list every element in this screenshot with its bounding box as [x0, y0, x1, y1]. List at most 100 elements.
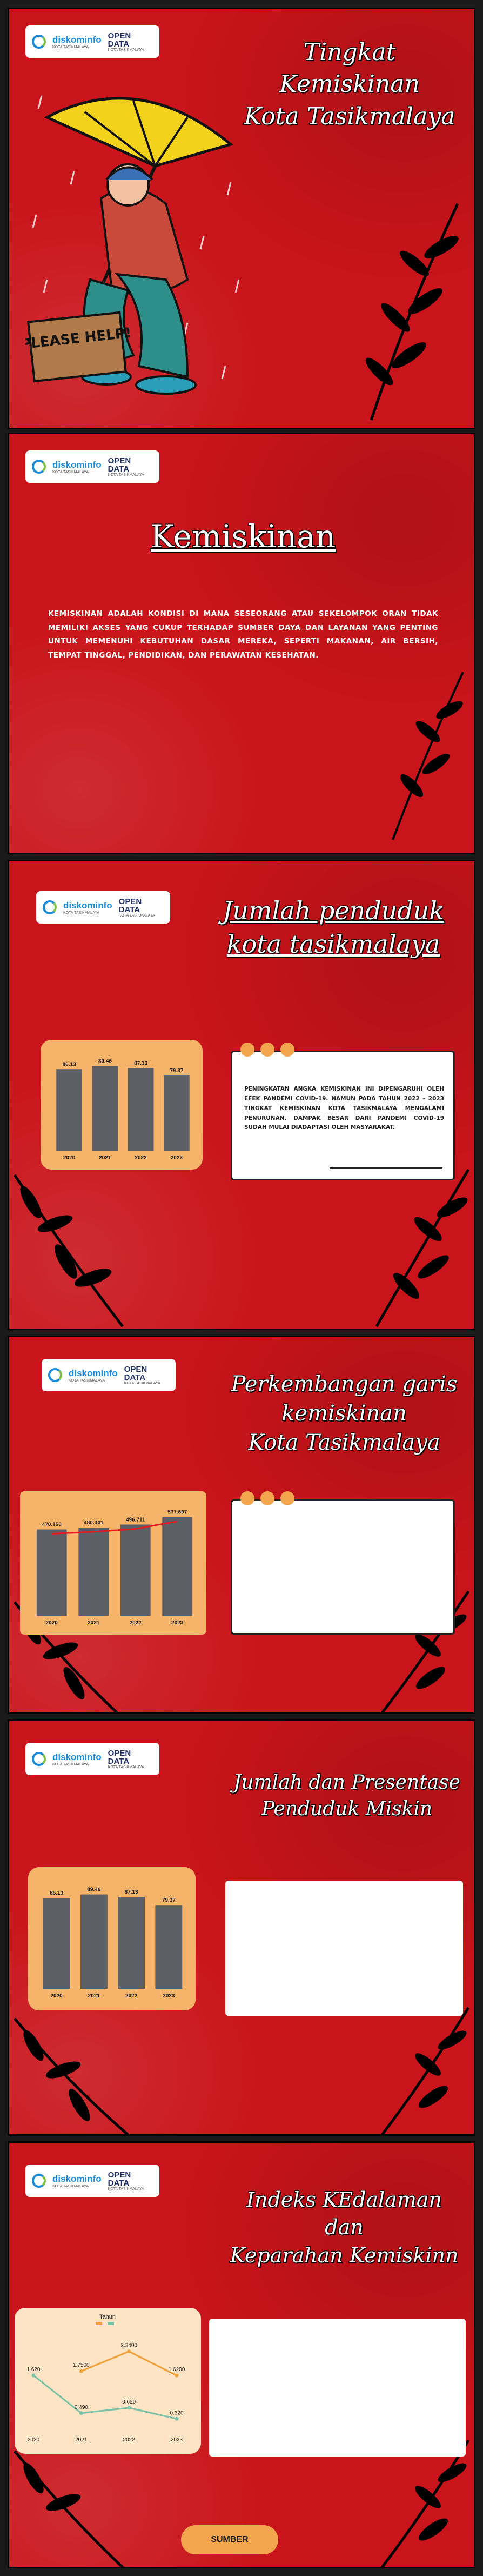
data-label: 86.13	[50, 1890, 63, 1896]
data-label: 87.13	[134, 1061, 147, 1067]
chart-bar	[43, 1898, 70, 1989]
tick-label: 2022	[135, 1155, 147, 1161]
data-label: 89.46	[98, 1058, 112, 1064]
info-text: PENINGKATAN ANGKA KEMISKINAN INI DIPENGA…	[244, 1086, 444, 1131]
series-line	[81, 2351, 177, 2376]
logo-bar: diskominfo KOTA TASIKMALAYA OPEN DATA KOTA…	[42, 1359, 176, 1391]
infographic-page: diskominfo KOTA TASIKMALAYA OPEN DATA KOTA…	[0, 0, 483, 2576]
sumber-button[interactable]: SUMBER	[181, 2525, 278, 2554]
series-point	[79, 2369, 83, 2373]
leaf-decoration-icon	[392, 672, 464, 840]
data-label: 89.46	[87, 1887, 100, 1893]
logo-bar: diskominfo KOTA TASIKMALAYA OPEN DATA KOTA…	[25, 2165, 159, 2197]
legend-swatch	[96, 2322, 102, 2325]
data-label: 2.3400	[120, 2343, 137, 2349]
logo-bar: diskominfo KOTA TASIKMALAYA OPEN DATA KOTA…	[25, 450, 159, 483]
poor-population-chart-card: 86.13 2020 89.46 2021 87.13 2022 79.37 2023	[28, 1867, 196, 2010]
logo-bar: diskominfo KOTA TASIKMALAYA OPEN DATA KOTA…	[25, 25, 159, 58]
population-chart-card: 86.13 2020 89.46 2021 87.13 2022 79.37 2023	[41, 1040, 203, 1170]
page-title: Tingkat Kemiskinan Kota Tasikmalaya	[244, 38, 455, 130]
data-label: 86.13	[63, 1061, 76, 1067]
tick-label: 2022	[125, 1993, 138, 1999]
series-point	[175, 2416, 179, 2421]
diskominfo-logo-icon	[32, 2174, 46, 2188]
trend-line	[51, 1521, 178, 1535]
series-point	[79, 2411, 83, 2415]
tick-label: 2021	[99, 1155, 111, 1161]
leaf-decoration-icon	[14, 2450, 124, 2567]
data-label: 1.620	[26, 2367, 40, 2373]
tick-label: 2020	[46, 1620, 58, 1626]
series-point	[127, 2349, 131, 2354]
tick-label: 2023	[171, 1155, 183, 1161]
chart-bar	[118, 1897, 145, 1989]
logo-diskominfo: diskominfo KOTA TASIKMALAYA	[52, 459, 102, 474]
series-point	[31, 2373, 36, 2378]
logo-diskominfo: diskominfo KOTA TASIKMALAYA	[69, 1367, 118, 1383]
series-point	[127, 2406, 131, 2410]
logo-diskominfo: diskominfo KOTA TASIKMALAYA	[52, 1751, 102, 1767]
section-title: Kemiskinan	[150, 518, 336, 555]
chart-bar	[56, 1069, 82, 1151]
panel-poverty-line: diskominfo KOTA TASIKMALAYA OPEN DATA KOTA…	[8, 1336, 475, 1714]
leaf-decoration-icon	[375, 1169, 470, 1327]
logo-open-data: OPEN DATA KOTA TASIKMALAYA	[108, 1748, 144, 1769]
panel-cover: diskominfo KOTA TASIKMALAYA OPEN DATA KOTA…	[8, 8, 475, 429]
poverty-line-chart-card: 470.150 2020 480.341 2021 496.711 2022 537.697…	[20, 1491, 206, 1635]
leaf-decoration-icon	[13, 1174, 124, 1327]
panel-population: diskominfo KOTA TASIKMALAYA OPEN DATA KOTA…	[8, 860, 475, 1330]
decor-dot	[240, 1491, 254, 1505]
leaf-decoration-icon	[365, 203, 459, 421]
chart-bar	[92, 1066, 118, 1151]
chart-bar	[128, 1068, 154, 1151]
data-label: 496.711	[126, 1517, 145, 1523]
data-label: 1.6200	[169, 2367, 185, 2373]
decor-dot	[280, 1491, 294, 1505]
leaf-decoration-icon	[14, 2017, 129, 2134]
data-label: 0.490	[75, 2405, 88, 2411]
section-title: Jumlah penduduk kota tasikmalaya	[222, 896, 445, 959]
data-label: 1.7500	[73, 2362, 90, 2368]
legend-swatch	[108, 2322, 114, 2325]
panel-poverty-index: diskominfo KOTA TASIKMALAYA OPEN DATA KOTA…	[8, 2141, 475, 2568]
info-card	[231, 1499, 455, 1635]
tick-label: 2021	[88, 1993, 100, 1999]
logo-open-data: OPEN DATA KOTA TASIKMALAYA	[108, 2170, 144, 2191]
logo-diskominfo: diskominfo KOTA TASIKMALAYA	[52, 2173, 102, 2188]
leaf-decoration-icon	[381, 2007, 470, 2134]
chart-bar	[120, 1524, 151, 1616]
data-label: 87.13	[125, 1889, 138, 1895]
tick-label: 2020	[63, 1155, 76, 1161]
tick-label: 2023	[171, 2437, 183, 2443]
section-title: Indeks KEdalaman dan Keparahan Kemiskinn	[230, 2188, 459, 2267]
chart-bar	[80, 1894, 108, 1989]
data-label: 480.341	[84, 1520, 104, 1526]
diskominfo-logo-icon	[32, 460, 46, 474]
decor-dot	[260, 1043, 274, 1057]
data-label: 470.150	[42, 1522, 62, 1528]
logo-open-data: OPEN DATA KOTA TASIKMALAYA	[124, 1364, 160, 1385]
diskominfo-logo-icon	[43, 900, 57, 914]
logo-open-data: OPEN DATA KOTA TASIKMALAYA	[108, 456, 144, 477]
poor-population-bar-chart: 86.13 2020 89.46 2021 87.13 2022 79.37 2023	[43, 1887, 183, 1999]
info-card	[225, 1881, 463, 2016]
series-line	[33, 2374, 177, 2420]
diskominfo-logo-icon	[32, 35, 46, 49]
logo-bar: diskominfo KOTA TASIKMALAYA OPEN DATA KOTA…	[36, 891, 170, 924]
section-title: Perkembangan garis kemiskinan Kota Tasikma…	[231, 1372, 458, 1455]
tick-label: 2021	[75, 2437, 88, 2443]
legend-title: Tahun	[99, 2314, 116, 2320]
diskominfo-logo-icon	[48, 1368, 62, 1382]
decor-dot	[280, 1043, 294, 1057]
data-label: 0.650	[122, 2399, 136, 2405]
chart-bar	[162, 1517, 193, 1616]
logo-open-data: OPEN DATA KOTA TASIKMALAYA	[108, 31, 144, 52]
decor-dot	[240, 1043, 254, 1057]
man-umbrella-illustration: PLEASE HELP!	[25, 95, 240, 395]
data-label: 79.37	[170, 1068, 183, 1074]
decor-dot	[260, 1491, 274, 1505]
logo-open-data: OPEN DATA KOTA TASIKMALAYA	[118, 897, 155, 918]
tick-label: 2021	[88, 1620, 100, 1626]
chart-bar	[164, 1075, 190, 1151]
panel-definition: diskominfo KOTA TASIKMALAYA OPEN DATA KOTA…	[8, 433, 475, 854]
